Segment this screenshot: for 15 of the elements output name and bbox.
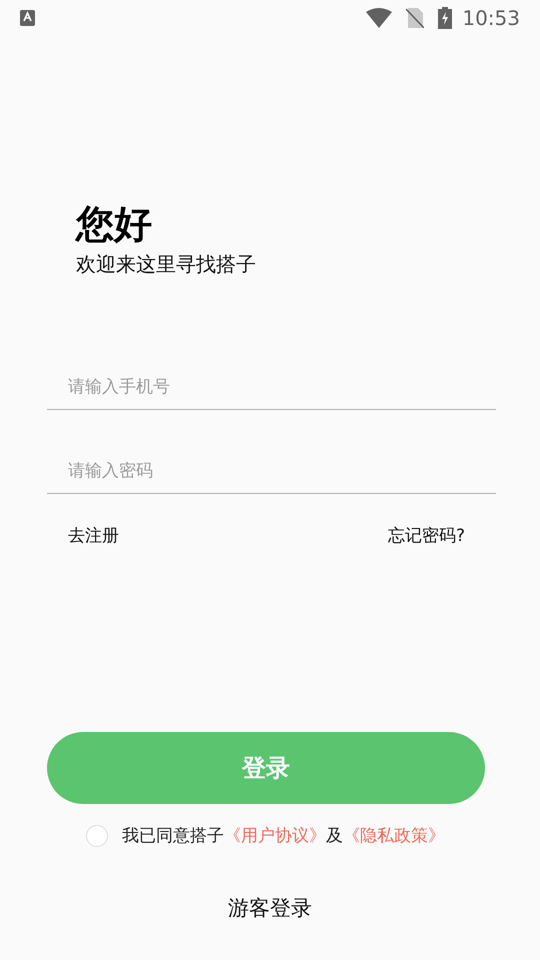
input-field[interactable]: 请输入手机号 [47, 364, 496, 410]
status-time: 10:53 [462, 5, 520, 32]
greeting-subtitle: 欢迎来这里寻找搭子 [76, 251, 257, 278]
agreement-text: 我已同意搭子 [122, 824, 224, 848]
no-sim-icon [406, 8, 424, 28]
agreement-text: 及 [326, 824, 343, 848]
battery-charging-icon [438, 7, 452, 29]
input-field[interactable]: 请输入密码 [47, 448, 496, 494]
agreement-checkbox[interactable] [86, 825, 108, 848]
keyboard-app-icon [20, 10, 35, 26]
forgot-password-link[interactable]: 忘记密码? [388, 524, 465, 550]
greeting-title: 您好 [76, 201, 153, 248]
register-link[interactable]: 去注册 [68, 524, 119, 550]
wifi-icon [366, 8, 392, 28]
guest-login-link[interactable]: 游客登录 [228, 893, 312, 924]
